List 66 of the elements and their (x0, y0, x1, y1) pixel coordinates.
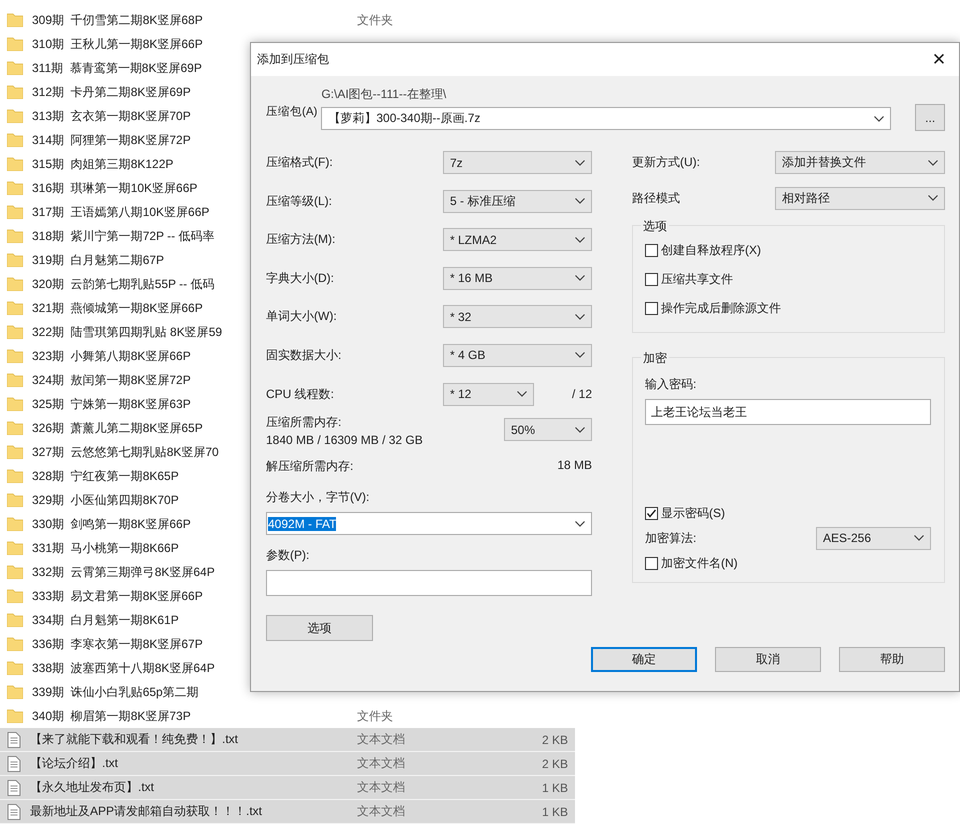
archive-label: 压缩包(A) (266, 104, 318, 119)
file-name: 316期 琪琳第一期10K竖屏66P (32, 180, 198, 196)
setting-label: 压缩所需内存: (266, 414, 342, 432)
group-title: 选项 (641, 218, 669, 235)
file-name: 325期 宁姝第一期8K竖屏63P (32, 396, 191, 412)
file-name: 【来了就能下载和观看！纯免费！】.txt (30, 731, 238, 748)
setting-label: 压缩等级(L): (266, 192, 333, 210)
file-name: 331期 马小桃第一期8K66P (32, 540, 179, 556)
setting-label: CPU 线程数: (266, 386, 336, 403)
password-label: 输入密码: (645, 376, 698, 393)
file-type: 文件夹 (357, 708, 393, 724)
file-name: 336期 李寒衣第一期8K竖屏67P (32, 636, 203, 652)
file-name: 322期 陆雪琪第四期乳贴 8K竖屏59 (32, 324, 222, 340)
file-name: 321期 燕倾城第一期8K竖屏66P (32, 300, 203, 316)
file-name: 【论坛介绍】.txt (30, 755, 118, 772)
file-type: 文本文档 (357, 803, 405, 820)
file-name: 319期 白月魅第二期67P (32, 252, 164, 268)
file-name: 315期 肉姐第三期8K122P (32, 156, 174, 172)
file-type: 文本文档 (357, 731, 405, 748)
file-name: 320期 云韵第七期乳贴55P -- 低码 (32, 276, 214, 292)
update-mode-label: 更新方式(U): (632, 154, 701, 171)
memory-usage: 1840 MB / 16309 MB / 32 GB (266, 433, 423, 448)
file-name: 332期 云霄第三期弹弓8K竖屏64P (32, 564, 215, 580)
setting-label: 压缩方法(M): (266, 231, 336, 248)
window-title: 添加到压缩包 (257, 51, 329, 68)
file-name: 最新地址及APP请发邮箱自动获取！！！.txt (30, 803, 262, 820)
file-name: 326期 萧薰儿第二期8K竖屏65P (32, 420, 203, 436)
setting-label: 压缩格式(F): (266, 154, 334, 171)
file-name: 312期 卡丹第二期8K竖屏69P (32, 84, 191, 100)
encryption-method-label: 加密算法: (645, 530, 698, 547)
file-name: 334期 白月魁第一期8K61P (32, 612, 179, 628)
file-name: 330期 剑鸣第一期8K竖屏66P (32, 516, 191, 532)
file-name: 329期 小医仙第四期8K70P (32, 492, 179, 508)
file-name: 333期 易文君第一期8K竖屏66P (32, 588, 203, 604)
file-name: 340期 柳眉第一期8K竖屏73P (32, 708, 191, 724)
file-name: 328期 宁红夜第一期8K65P (32, 468, 179, 484)
file-type: 文本文档 (357, 779, 405, 796)
file-type: 文件夹 (357, 12, 393, 28)
file-size: 2 KB (542, 756, 568, 770)
setting-label: 字典大小(D): (266, 270, 335, 287)
memory-value: 18 MB (557, 458, 592, 474)
file-name: 314期 阿狸第一期8K竖屏72P (32, 132, 191, 148)
file-name: 309期 千仞雪第二期8K竖屏68P (32, 12, 203, 28)
volume-label: 分卷大小，字节(V): (266, 489, 370, 506)
file-size: 2 KB (542, 732, 568, 746)
setting-label: 固实数据大小: (266, 346, 342, 364)
file-name: 313期 玄衣第一期8K竖屏70P (32, 108, 191, 124)
file-name: 【永久地址发布页】.txt (30, 779, 154, 796)
file-name: 311期 慕青鸾第一期8K竖屏69P (32, 60, 202, 76)
threads-max: / 12 (572, 387, 592, 402)
file-name: 310期 王秋儿第一期8K竖屏66P (32, 36, 203, 52)
parameters-label: 参数(P): (266, 547, 310, 564)
file-size: 1 KB (542, 780, 568, 794)
file-name: 323期 小舞第八期8K竖屏66P (32, 348, 191, 364)
archive-path: G:\AI图包--111--在整理\ (321, 86, 448, 103)
path-mode-label: 路径模式 (632, 190, 681, 207)
file-name: 339期 诛仙小白乳贴65p第二期 (32, 684, 199, 700)
file-name: 317期 王语嫣第八期10K竖屏66P (32, 204, 210, 220)
file-name: 324期 敖闰第一期8K竖屏72P (32, 372, 191, 388)
file-size: 1 KB (542, 804, 568, 818)
setting-label: 解压缩所需内存: (266, 458, 354, 476)
file-name: 338期 波塞西第十八期8K竖屏64P (32, 660, 215, 676)
file-name: 318期 紫川宁第一期72P -- 低码率 (32, 228, 214, 244)
file-type: 文本文档 (357, 755, 405, 772)
file-name: 327期 云悠悠第七期乳贴8K竖屏70 (32, 444, 219, 460)
setting-label: 单词大小(W): (266, 308, 338, 326)
